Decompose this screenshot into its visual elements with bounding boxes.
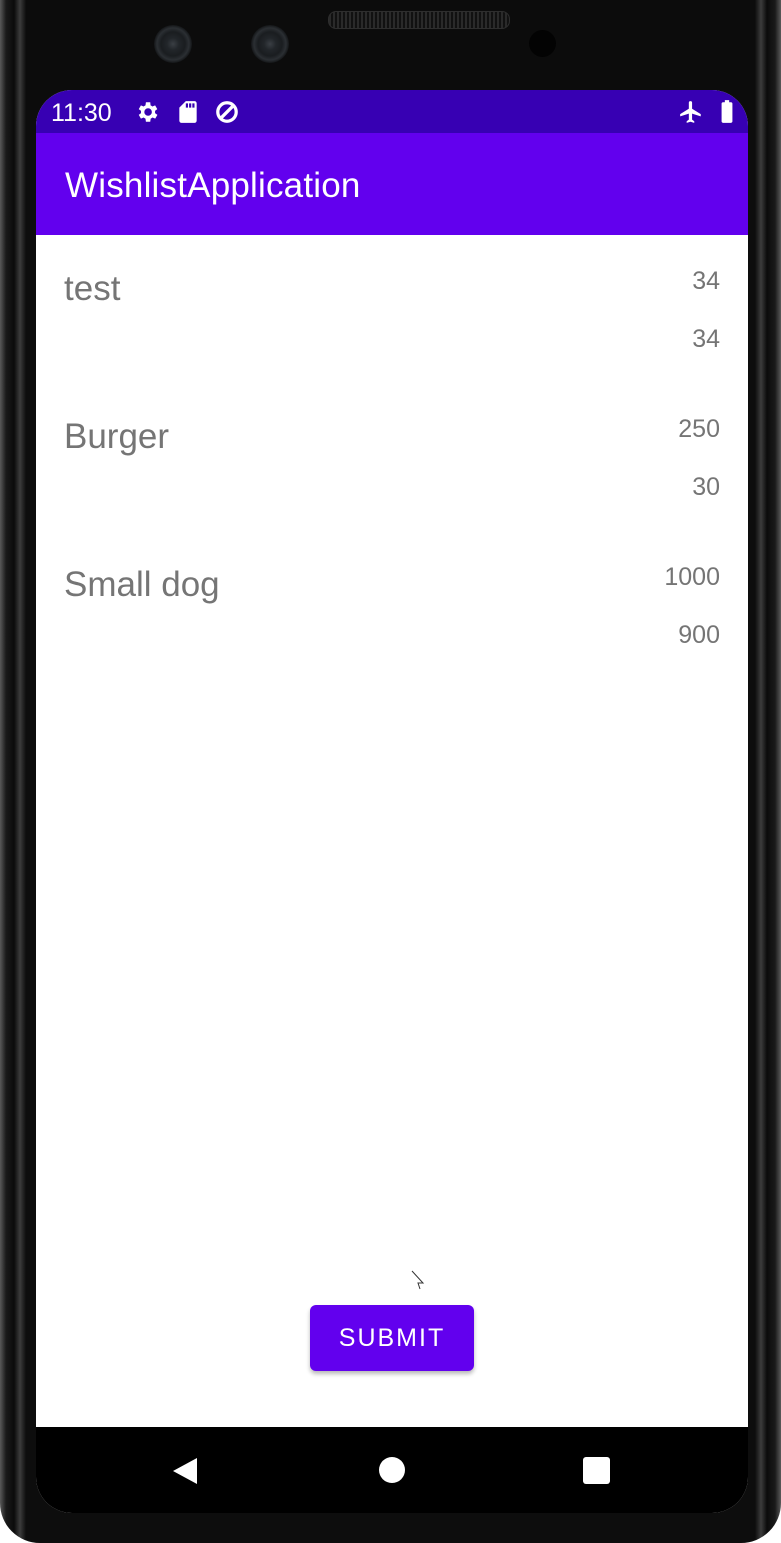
item-quantity: 30: [692, 473, 720, 501]
airplane-mode-icon: [680, 101, 701, 123]
home-icon[interactable]: [378, 1456, 406, 1484]
app-title: WishlistApplication: [65, 166, 361, 205]
status-bar: 11:30: [36, 90, 748, 133]
navigation-bar: [36, 1427, 748, 1513]
item-quantity: 900: [678, 621, 720, 649]
list-item[interactable]: test 34 34: [36, 235, 748, 383]
status-time: 11:30: [51, 99, 112, 127]
recents-icon[interactable]: [583, 1457, 610, 1484]
item-name: test: [64, 269, 121, 308]
phone-frame: 11:30 WishlistApplication test 34 34 Bur…: [0, 0, 781, 1543]
front-camera: [251, 25, 289, 63]
screen: 11:30 WishlistApplication test 34 34 Bur…: [36, 90, 748, 1513]
gear-icon: [138, 102, 158, 122]
proximity-sensor: [529, 30, 556, 57]
item-name: Burger: [64, 417, 170, 456]
submit-button[interactable]: SUBMIT: [310, 1305, 474, 1371]
item-quantity: 34: [692, 325, 720, 353]
mouse-cursor-icon: [411, 1270, 425, 1290]
item-price: 34: [692, 267, 720, 295]
front-camera: [154, 25, 192, 63]
data-saver-icon: [216, 101, 238, 123]
earpiece-speaker: [328, 11, 510, 29]
wishlist: test 34 34 Burger 250 30 Small dog 1000 …: [36, 235, 748, 679]
app-bar: WishlistApplication: [36, 133, 748, 235]
item-price: 1000: [664, 563, 720, 591]
list-item[interactable]: Burger 250 30: [36, 383, 748, 531]
back-icon[interactable]: [171, 1456, 199, 1486]
sd-card-icon: [179, 101, 197, 123]
item-name: Small dog: [64, 565, 220, 604]
list-item[interactable]: Small dog 1000 900: [36, 531, 748, 679]
battery-icon: [721, 100, 733, 123]
item-price: 250: [678, 415, 720, 443]
